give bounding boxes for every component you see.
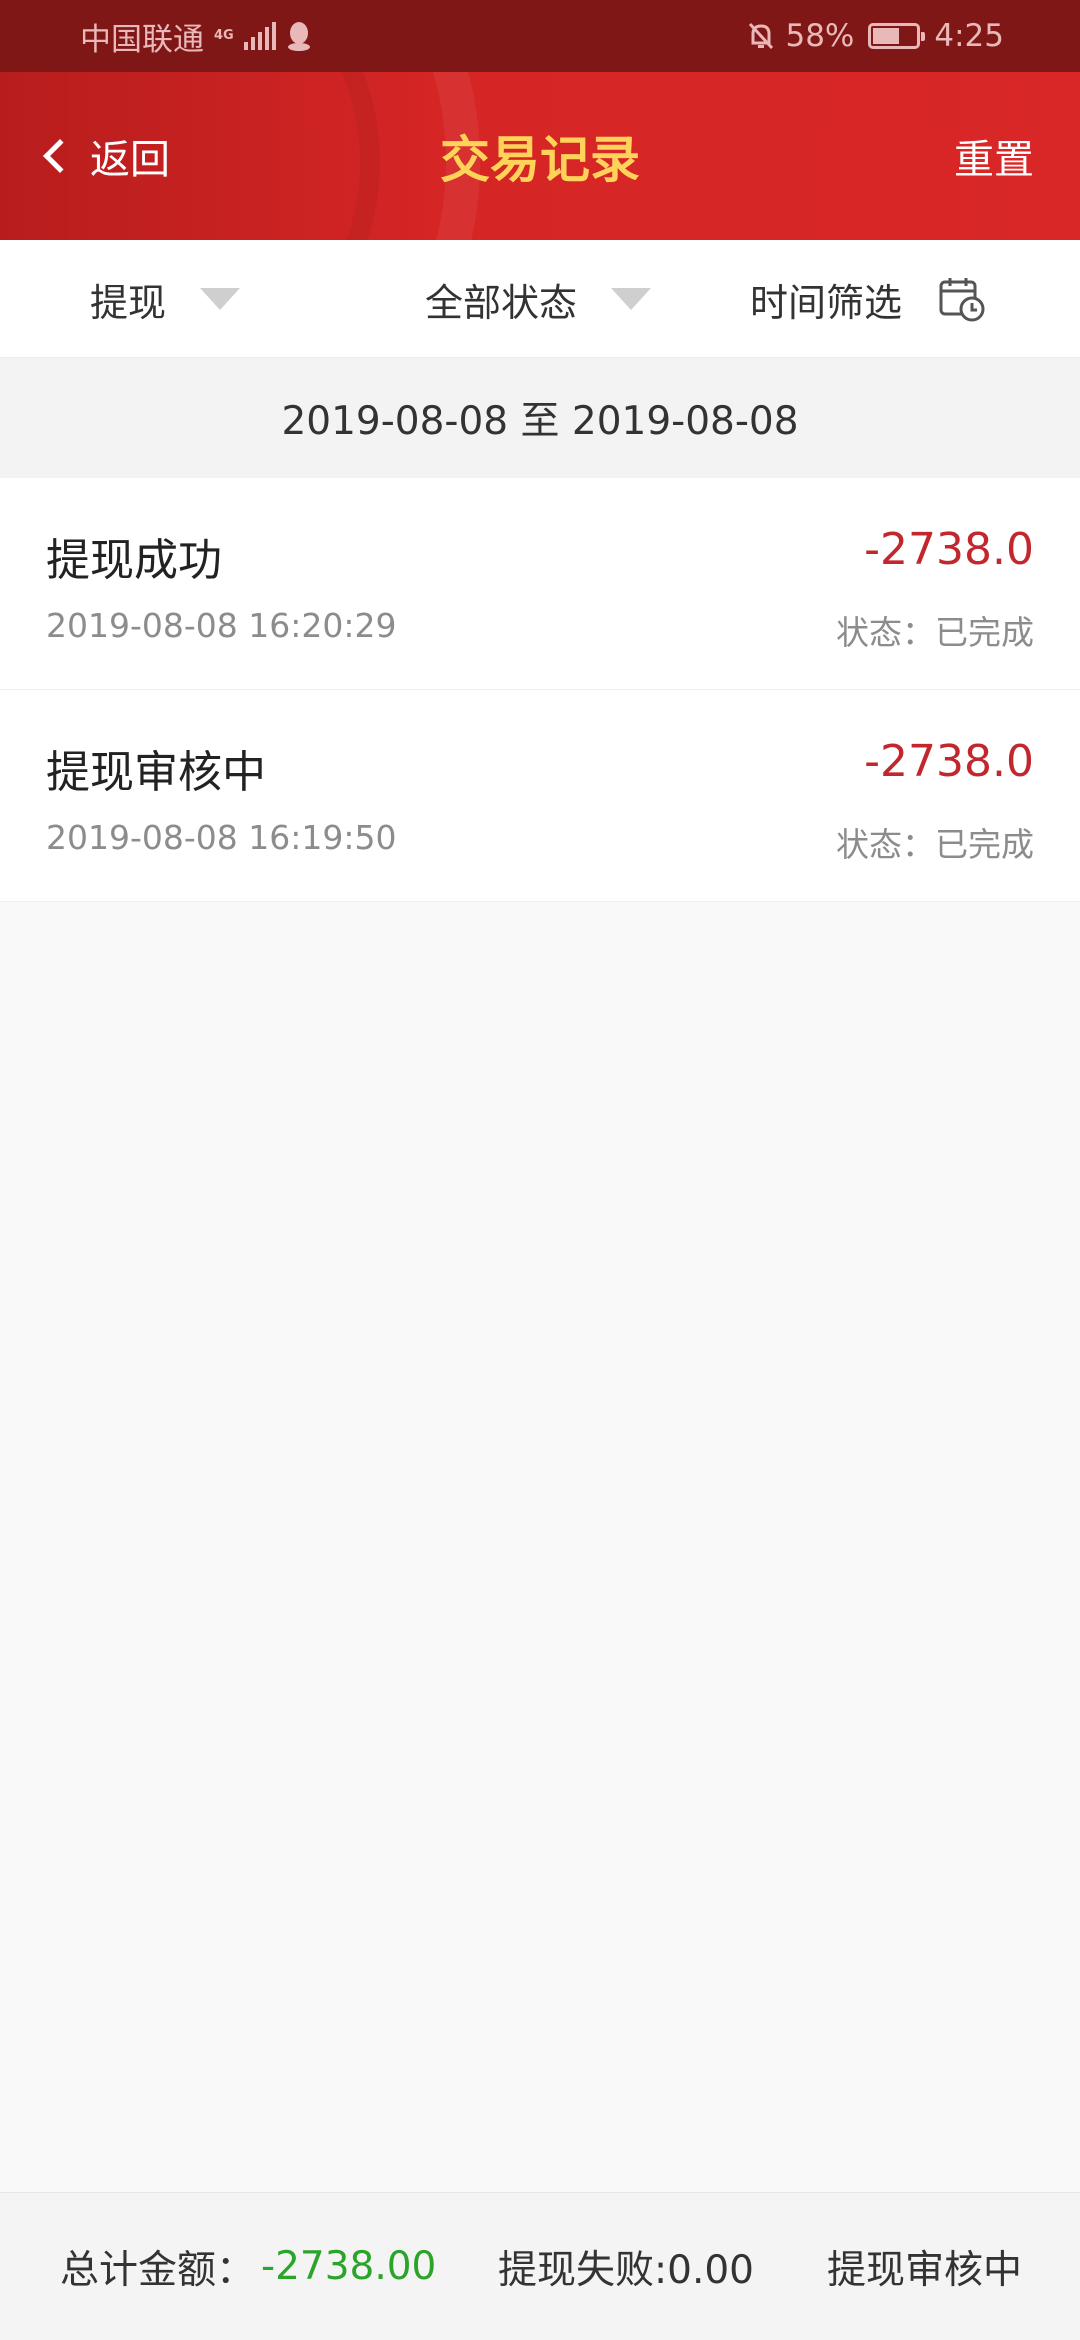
status-filter-label: 全部状态 [425,280,578,325]
transaction-name: 提现成功 [46,535,222,586]
dropdown-arrow-icon [200,288,241,310]
clock: 4:25 [934,18,1004,54]
total-value: -2738.00 [261,2244,437,2289]
status-right: 58% 4:25 [747,18,1004,54]
dropdown-arrow-icon [611,288,652,310]
status-filter-dropdown[interactable]: 全部状态 [425,240,652,358]
type-filter-dropdown[interactable]: 提现 [90,240,241,358]
time-filter-label: 时间筛选 [750,280,903,325]
app-header: 返回 交易记录 重置 [0,72,1080,240]
transaction-name: 提现审核中 [46,747,266,798]
pending-label: 提现审核中 [826,2247,1022,2293]
transaction-state: 状态：已完成 [836,825,1034,864]
transaction-time: 2019-08-08 16:20:29 [46,606,397,645]
transaction-list: 提现成功 -2738.0 2019-08-08 16:20:29 状态：已完成 … [0,478,1080,902]
calendar-clock-icon [939,278,985,322]
summary-footer: 总计金额： -2738.00 提现失败:0.00 提现审核中 [0,2192,1080,2340]
failed-amount: 提现失败:0.00 [498,2247,754,2293]
back-label: 返回 [90,137,170,183]
transaction-amount: -2738.0 [864,524,1034,575]
battery-percent: 58% [785,18,855,54]
battery-icon [868,23,926,49]
network-type-label: 4G [214,28,234,43]
qq-icon [287,22,310,51]
type-filter-label: 提现 [90,280,167,325]
filter-bar: 提现 全部状态 时间筛选 [0,240,1080,358]
status-left: 中国联通 4G [80,14,312,59]
signal-icon [243,22,276,50]
mute-bell-icon [749,22,774,50]
carrier-label: 中国联通 [80,21,204,58]
transaction-time: 2019-08-08 16:19:50 [46,818,397,857]
time-filter-button[interactable]: 时间筛选 [750,240,986,358]
date-range-label: 2019-08-08 至 2019-08-08 [0,358,1080,478]
total-amount: 总计金额： -2738.00 [60,2239,436,2295]
transaction-row[interactable]: 提现审核中 -2738.0 2019-08-08 16:19:50 状态：已完成 [0,690,1080,902]
chevron-left-icon [43,139,77,173]
total-label: 总计金额： [60,2247,256,2293]
transaction-state: 状态：已完成 [836,613,1034,652]
back-button[interactable]: 返回 [43,72,170,240]
transaction-amount: -2738.0 [864,736,1034,787]
reset-button[interactable]: 重置 [954,72,1034,240]
transaction-row[interactable]: 提现成功 -2738.0 2019-08-08 16:20:29 状态：已完成 [0,478,1080,690]
status-bar: 中国联通 4G 58% 4:25 [0,0,1080,72]
